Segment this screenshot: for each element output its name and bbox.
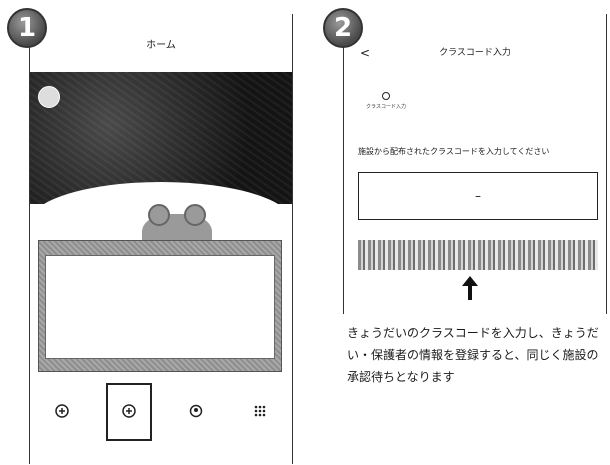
arrow-up-icon — [462, 276, 478, 300]
approval-notice-text — [45, 255, 275, 359]
nav-item-account[interactable] — [176, 386, 216, 438]
step-1-badge: 1 — [7, 8, 47, 48]
step-marker — [443, 92, 451, 100]
progress-step-2 — [419, 92, 475, 124]
menu-icon — [254, 405, 266, 416]
obscured-content — [358, 240, 598, 270]
current-step-marker — [382, 92, 390, 100]
account-icon — [189, 404, 203, 417]
progress-step-1: クラスコード入力 — [358, 92, 414, 124]
step-2-caption: きょうだいのクラスコードを入力し、きょうだい・保護者の情報を登録すると、同じく施… — [347, 326, 599, 384]
class-code-instruction: 施設から配布されたクラスコードを入力してください — [358, 147, 550, 156]
class-code-input[interactable]: – — [358, 172, 598, 220]
progress-step-4 — [542, 92, 598, 124]
class-code-header-title: クラスコード入力 — [439, 48, 511, 58]
step-2-badge: 2 — [323, 8, 363, 48]
class-code-icon — [122, 403, 136, 418]
home-screen: ホーム — [29, 14, 293, 464]
step-marker — [505, 92, 513, 100]
nav-item-class-code[interactable] — [106, 383, 152, 441]
step-marker — [566, 92, 574, 100]
registration-progress: クラスコード入力 — [358, 92, 598, 124]
nav-item-menu[interactable] — [240, 386, 280, 438]
add-icon — [55, 403, 69, 418]
progress-step-label: クラスコード入力 — [366, 104, 406, 110]
progress-step-3 — [481, 92, 537, 124]
approval-notice — [38, 240, 282, 372]
user-info[interactable] — [38, 86, 64, 108]
home-header-title: ホーム — [146, 40, 176, 51]
class-code-screen: < クラスコード入力 クラスコード入力 施設から配布されたクラスコードを入力して… — [343, 14, 607, 314]
nav-item-add[interactable] — [42, 386, 82, 438]
avatar — [38, 86, 60, 108]
bottom-nav — [30, 382, 292, 442]
